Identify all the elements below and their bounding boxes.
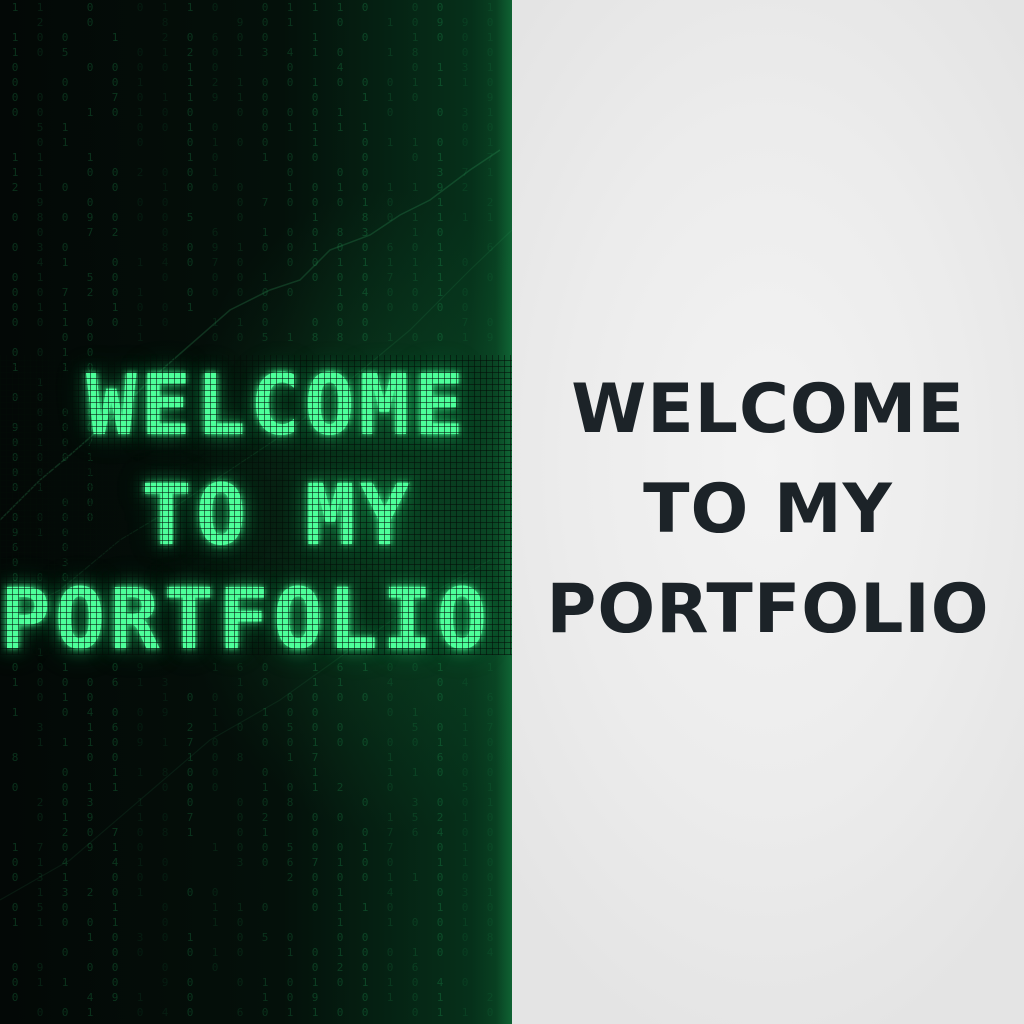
led-title-line-3: PORTFOLIO [0, 570, 492, 668]
matrix-panel: 1 1 1 0 0 0 0 1 1 2 0 0 0 0 0 0 0 1 0 9 … [0, 0, 512, 1024]
led-title-line-2: TO MY [141, 466, 414, 564]
split-hero-canvas: 1 1 1 0 0 0 0 1 1 2 0 0 0 0 0 0 0 1 0 9 … [0, 0, 1024, 1024]
clean-welcome-title: WELCOME TO MY PORTFOLIO [512, 360, 1024, 660]
minimal-panel: WELCOME TO MY PORTFOLIO [512, 0, 1024, 1024]
clean-title-line-2: TO MY [643, 470, 893, 549]
clean-title-line-3: PORTFOLIO [546, 570, 990, 649]
led-welcome-title: WELCOME TO MY PORTFOLIO [0, 355, 512, 661]
led-title-line-1: WELCOME [85, 356, 468, 454]
clean-title-line-1: WELCOME [571, 370, 965, 449]
